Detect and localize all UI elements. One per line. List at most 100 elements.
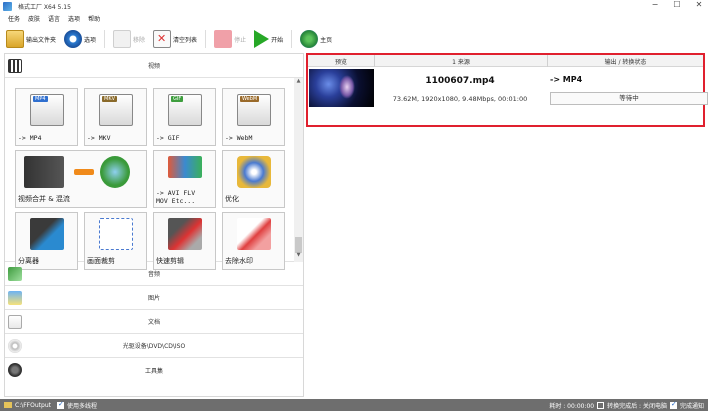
header-output-status: 输出 / 转换状态 xyxy=(604,59,647,66)
video-thumbnail xyxy=(309,69,374,107)
category-image[interactable]: 图片 xyxy=(5,286,303,310)
source-info: 73.62M, 1920x1080, 9.48Mbps, 00:01:00 xyxy=(392,95,528,103)
stop-label: 停止 xyxy=(234,36,247,44)
output-format: -> MP4 xyxy=(550,75,583,84)
splitter-icon xyxy=(30,218,64,250)
film-icon xyxy=(8,59,22,73)
menu-bar: 任务 皮肤 语言 选项 帮助 xyxy=(0,12,708,25)
toolbar: 输出文件夹 选项 移除 清空列表 停止 开始 主页 xyxy=(0,27,708,51)
close-button[interactable]: ✕ xyxy=(694,0,704,9)
globe-icon xyxy=(300,30,319,48)
mp4-file-icon: MP4 xyxy=(30,94,64,126)
after-convert-checkbox[interactable] xyxy=(597,401,605,409)
tile-label: 视频合并 & 混流 xyxy=(18,195,70,203)
clear-list-label: 清空列表 xyxy=(173,36,198,44)
toolbar-divider xyxy=(291,30,293,48)
stop-icon xyxy=(214,30,233,48)
gif-badge: GIF xyxy=(171,96,184,102)
category-document-label: 文档 xyxy=(147,319,160,326)
remove-icon xyxy=(113,30,132,48)
menu-help[interactable]: 帮助 xyxy=(88,14,100,23)
tile-optimize[interactable]: 优化 xyxy=(222,150,285,208)
tile-label: -> MKV xyxy=(87,134,111,142)
header-preview: 预览 xyxy=(334,59,347,66)
clear-list-button[interactable]: 清空列表 xyxy=(153,30,197,48)
tile-to-mkv[interactable]: MKV -> MKV xyxy=(84,88,147,146)
scroll-down-arrow-icon[interactable]: ▼ xyxy=(294,252,303,260)
music-note-icon xyxy=(100,156,130,188)
mkv-file-icon: MKV xyxy=(99,94,133,126)
category-document[interactable]: 文档 xyxy=(5,310,303,334)
maximize-button[interactable]: ☐ xyxy=(672,0,682,9)
category-dvd[interactable]: 光驱设备\DVD\CD\ISO xyxy=(5,334,303,358)
formats-icon xyxy=(168,156,202,178)
tile-label: 优化 xyxy=(225,195,239,203)
crop-scissors-icon xyxy=(99,218,133,250)
tile-to-gif[interactable]: GIF -> GIF xyxy=(153,88,216,146)
tile-to-webm[interactable]: WebM -> WebM xyxy=(222,88,285,146)
scroll-up-arrow-icon[interactable]: ▲ xyxy=(294,78,303,86)
category-dvd-label: 光驱设备\DVD\CD\ISO xyxy=(122,343,186,350)
category-audio-label: 音频 xyxy=(147,271,160,278)
title-bar: 格式工厂 X64 5.15 − ☐ ✕ xyxy=(0,0,708,12)
remove-button[interactable]: 移除 xyxy=(113,30,145,48)
app-logo-icon xyxy=(3,1,12,11)
play-icon xyxy=(254,30,270,48)
document-icon xyxy=(8,315,22,329)
tile-label: -> WebM xyxy=(225,134,253,142)
webm-badge: WebM xyxy=(240,96,260,102)
category-image-label: 图片 xyxy=(147,295,160,302)
tile-label: -> GIF xyxy=(156,134,180,142)
notify-label: 完成通知 xyxy=(679,402,704,410)
eraser-icon xyxy=(237,218,271,250)
toolbar-divider xyxy=(104,30,106,48)
webm-file-icon: WebM xyxy=(237,94,271,126)
menu-language[interactable]: 语言 xyxy=(48,14,60,23)
source-filename: 1100607.mp4 xyxy=(425,76,495,86)
clear-list-icon xyxy=(153,30,172,48)
multithread-label: 使用多线程 xyxy=(66,402,97,410)
minimize-button[interactable]: − xyxy=(650,0,660,9)
gif-file-icon: GIF xyxy=(168,94,202,126)
category-video[interactable]: 视频 xyxy=(5,54,303,78)
category-audio[interactable]: 音频 xyxy=(5,262,303,286)
folder-icon xyxy=(6,30,24,48)
task-list-header: 预览 1 来源 输出 / 转换状态 xyxy=(308,55,703,67)
tile-to-other-formats[interactable]: -> AVI FLV MOV Etc... xyxy=(153,150,216,208)
mkv-badge: MKV xyxy=(102,96,118,102)
optimize-gear-icon xyxy=(237,156,271,188)
plus-icon xyxy=(74,169,94,175)
window-title: 格式工厂 X64 5.15 xyxy=(18,3,71,11)
output-folder-button[interactable]: 输出文件夹 xyxy=(6,30,56,48)
remove-label: 移除 xyxy=(133,36,146,44)
stop-button[interactable]: 停止 xyxy=(214,30,246,48)
notify-checkbox[interactable] xyxy=(669,400,677,409)
conversion-status: 等待中 xyxy=(550,92,708,105)
status-bar: C:\FFOutput 使用多线程 耗时 : 00:00:00 转换完成后 : … xyxy=(0,399,708,411)
output-folder-label: 输出文件夹 xyxy=(26,36,57,44)
menu-task[interactable]: 任务 xyxy=(8,14,20,23)
scroll-thumb[interactable] xyxy=(295,237,302,253)
after-convert-label: 转换完成后 : 关闭电脑 xyxy=(607,402,667,410)
output-path[interactable]: C:\FFOutput xyxy=(15,402,51,409)
elapsed-time: 耗时 : 00:00:00 xyxy=(549,402,595,410)
tile-video-join-mux[interactable]: 视频合并 & 混流 xyxy=(15,150,147,208)
audio-icon xyxy=(8,267,22,281)
film-strip-icon xyxy=(24,156,64,188)
tile-to-mp4[interactable]: MP4 -> MP4 xyxy=(15,88,78,146)
menu-skin[interactable]: 皮肤 xyxy=(28,14,40,23)
tile-label: -> MP4 xyxy=(18,134,42,142)
toolbar-divider xyxy=(205,30,207,48)
multithread-checkbox[interactable] xyxy=(56,400,64,409)
start-button[interactable]: 开始 xyxy=(254,30,283,48)
mp4-badge: MP4 xyxy=(33,96,48,102)
grid-scrollbar[interactable]: ▲ ▼ xyxy=(294,78,303,262)
disc-icon xyxy=(8,339,22,353)
category-video-label: 视频 xyxy=(147,63,160,70)
tools-gear-icon xyxy=(8,363,22,377)
home-button[interactable]: 主页 xyxy=(300,30,332,48)
category-tools-label: 工具集 xyxy=(144,367,163,375)
options-button[interactable]: 选项 xyxy=(64,30,96,48)
menu-options[interactable]: 选项 xyxy=(68,14,80,23)
category-tools[interactable]: 工具集 xyxy=(5,358,303,382)
